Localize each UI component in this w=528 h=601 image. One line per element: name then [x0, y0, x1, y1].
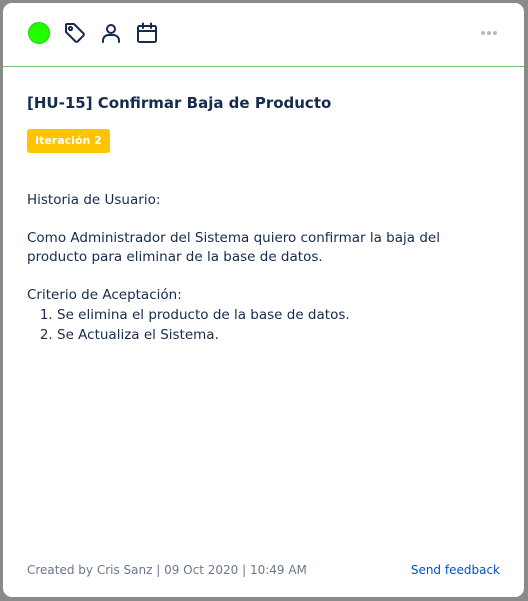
- status-indicator[interactable]: [28, 22, 50, 44]
- card-footer: Created by Cris Sanz | 09 Oct 2020 | 10:…: [27, 563, 500, 579]
- description-heading: Historia de Usuario:: [27, 192, 161, 208]
- issue-card: [HU-15] Confirmar Baja de Producto Itera…: [3, 3, 524, 597]
- user-icon[interactable]: [99, 21, 123, 45]
- card-content: [HU-15] Confirmar Baja de Producto Itera…: [27, 92, 500, 345]
- issue-title[interactable]: [HU-15] Confirmar Baja de Producto: [27, 92, 500, 114]
- calendar-icon[interactable]: [135, 21, 159, 45]
- criteria-item: Se elimina el producto de la base de dat…: [57, 305, 500, 325]
- criteria-heading: Criterio de Aceptación:: [27, 287, 182, 303]
- more-options-icon[interactable]: [480, 24, 498, 42]
- tag-icon[interactable]: [63, 21, 87, 45]
- issue-description[interactable]: Historia de Usuario: Como Administrador …: [27, 191, 500, 345]
- send-feedback-link[interactable]: Send feedback: [411, 563, 500, 577]
- iteration-badge[interactable]: Iteración 2: [27, 129, 110, 153]
- card-toolbar: [3, 3, 524, 67]
- criteria-list: Se elimina el producto de la base de dat…: [27, 305, 500, 345]
- criteria-item: Se Actualiza el Sistema.: [57, 325, 500, 345]
- created-by-text: Created by Cris Sanz | 09 Oct 2020 | 10:…: [27, 563, 307, 577]
- user-story-text: Como Administrador del Sistema quiero co…: [27, 230, 440, 265]
